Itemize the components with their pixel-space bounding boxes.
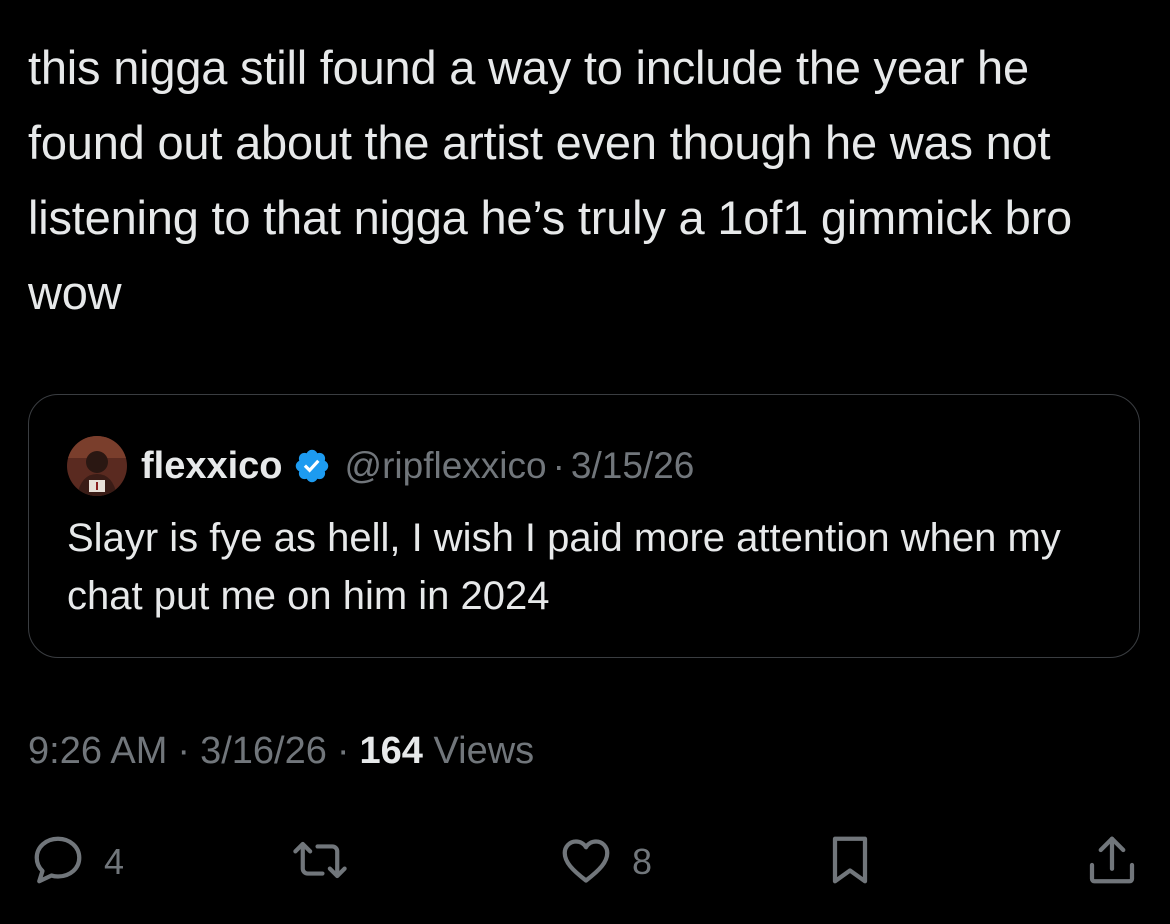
quoted-post-date[interactable]: 3/15/26 [571, 445, 694, 487]
repost-icon [288, 830, 352, 895]
meta-separator: · [336, 730, 350, 772]
quoted-author-name[interactable]: flexxico [141, 445, 283, 488]
reply-button[interactable]: 4 [28, 830, 124, 894]
post-metadata: 9:26 AM · 3/16/26 · 164 Views [28, 730, 534, 773]
reply-icon [28, 830, 88, 895]
bookmark-button[interactable] [820, 830, 880, 894]
quoted-post-header: flexxico @ripflexxico · 3/15/26 [67, 435, 694, 497]
quoted-post-text: Slayr is fye as hell, I wish I paid more… [67, 516, 1061, 618]
share-icon [1082, 830, 1142, 895]
views-label: Views [433, 730, 535, 772]
share-button[interactable] [1082, 830, 1142, 894]
quoted-author-handle[interactable]: @ripflexxico [345, 445, 547, 487]
post-time[interactable]: 9:26 AM [28, 730, 167, 772]
header-separator: · [552, 445, 565, 486]
heart-icon [556, 830, 616, 895]
repost-button[interactable] [288, 830, 352, 894]
post-date[interactable]: 3/16/26 [200, 730, 327, 772]
views-count: 164 [359, 730, 423, 772]
avatar[interactable] [67, 436, 127, 496]
quoted-post[interactable]: flexxico @ripflexxico · 3/15/26 Slayr is… [28, 394, 1140, 658]
action-bar: 4 8 [0, 830, 1170, 894]
like-button[interactable]: 8 [556, 830, 652, 894]
post-text: this nigga still found a way to include … [28, 41, 1072, 319]
like-count: 8 [632, 841, 653, 882]
meta-separator: · [177, 730, 191, 772]
bookmark-icon [820, 830, 880, 895]
verified-badge-icon [293, 447, 331, 485]
reply-count: 4 [104, 841, 125, 882]
